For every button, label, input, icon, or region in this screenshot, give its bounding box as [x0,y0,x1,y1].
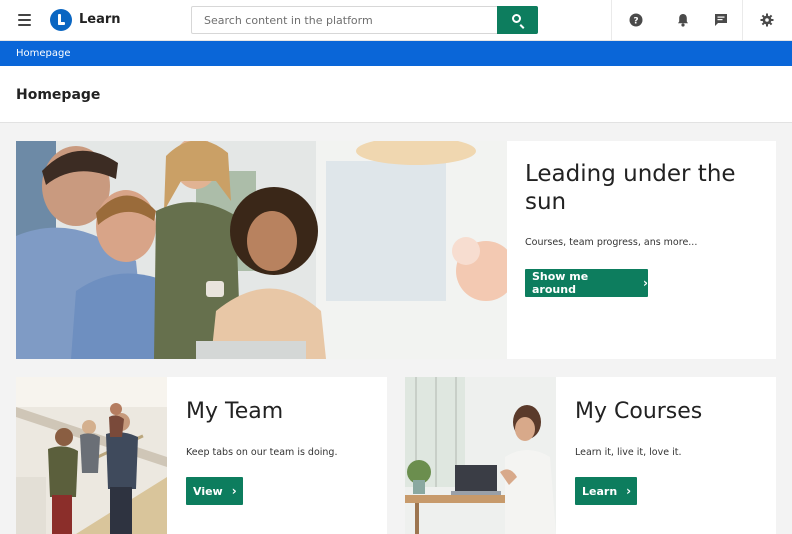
my-courses-card: My Courses Learn it, live it, love it. L… [405,377,776,534]
card-title: My Team [186,399,284,424]
team-photo [16,377,167,534]
svg-text:?: ? [633,17,638,27]
bell-icon [678,14,688,27]
chevron-right-icon: › [643,276,648,290]
settings-button[interactable] [742,0,790,40]
view-button[interactable]: View › [186,477,243,505]
breadcrumb-item-homepage[interactable]: Homepage [16,48,71,59]
help-circle-icon: ? [629,13,642,27]
page-header: Homepage [0,66,792,123]
button-label: Show me around [532,270,589,296]
gear-icon [760,13,773,27]
card-description: Learn it, live it, love it. [575,447,682,458]
search-icon [512,14,521,23]
hero-card: Leading under the sun Courses, team prog… [16,141,776,359]
chevron-right-icon: › [231,484,237,498]
search-button[interactable] [497,6,538,34]
courses-photo [405,377,556,534]
chevron-right-icon: › [626,484,632,498]
show-me-around-button[interactable]: Show me around › [525,269,648,297]
card-description: Keep tabs on our team is doing. [186,447,338,458]
help-button[interactable]: ? [611,0,659,40]
top-navigation-bar: Learn ? [0,0,792,41]
brand-name[interactable]: Learn [79,12,121,27]
button-label: View [193,484,223,498]
learn-logo-icon[interactable] [50,9,72,31]
hero-title: Leading under the sun [525,161,736,215]
card-title: My Courses [575,399,703,424]
search-bar [191,6,538,34]
search-input[interactable] [192,7,498,33]
chat-icon [715,14,727,26]
hero-subtitle: Courses, team progress, ans more... [525,237,698,248]
hamburger-menu-icon[interactable] [10,8,38,32]
messages-button[interactable] [697,0,745,40]
breadcrumb: Homepage [0,41,792,66]
learn-button[interactable]: Learn › [575,477,637,505]
button-label: Learn [582,484,618,498]
my-team-card: My Team Keep tabs on our team is doing. … [16,377,387,534]
hero-team-photo [16,141,507,359]
page-title: Homepage [16,87,101,103]
